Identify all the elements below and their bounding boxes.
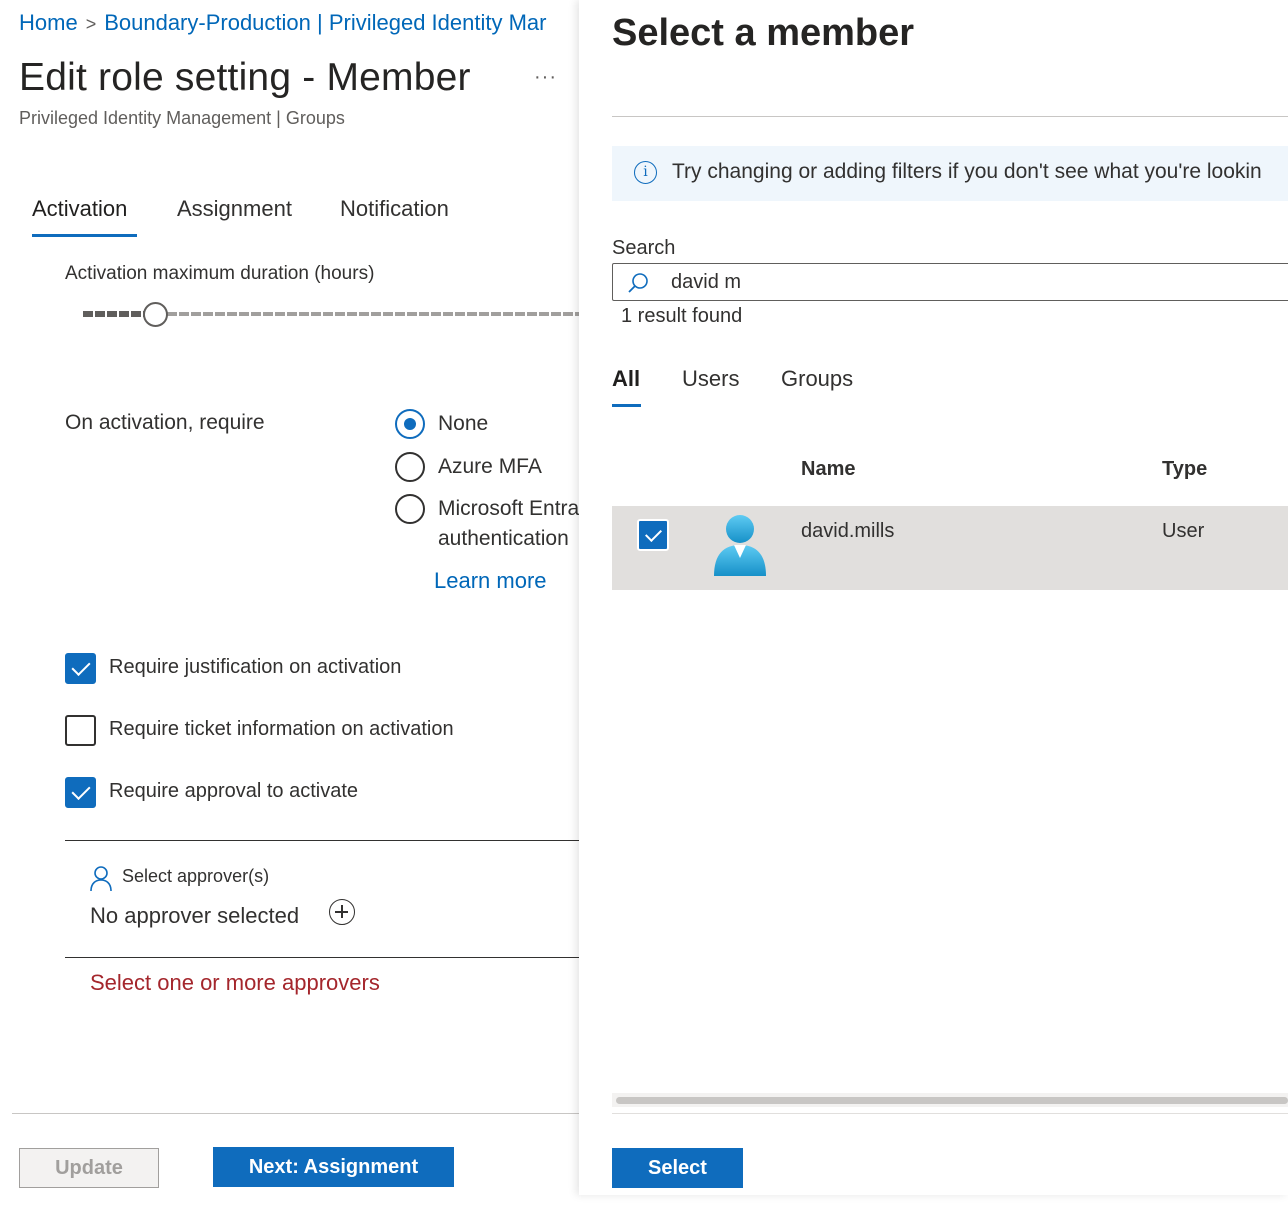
search-box[interactable] <box>612 263 1288 301</box>
column-header-name[interactable]: Name <box>801 458 855 481</box>
footer-divider <box>612 1113 1288 1114</box>
footer-divider <box>12 1113 579 1114</box>
divider <box>612 116 1288 117</box>
ticket-info-label: Require ticket information on activation <box>109 718 454 740</box>
select-member-panel: Select a member i Try changing or adding… <box>579 0 1288 1195</box>
justification-label: Require justification on activation <box>109 656 402 678</box>
search-icon <box>628 273 648 293</box>
tab-all[interactable]: All <box>612 366 640 392</box>
duration-label: Activation maximum duration (hours) <box>65 263 375 284</box>
radio-none-label: None <box>438 412 489 435</box>
radio-entra-auth[interactable] <box>395 494 425 524</box>
chevron-right-icon: > <box>85 14 97 34</box>
select-approvers-heading[interactable]: Select approver(s) <box>122 866 269 887</box>
next-assignment-button[interactable]: Next: Assignment <box>213 1147 454 1187</box>
active-tab-indicator <box>32 234 137 237</box>
page-title: Edit role setting - Member <box>19 56 471 99</box>
approval-label: Require approval to activate <box>109 780 359 802</box>
breadcrumb-home-link[interactable]: Home <box>19 10 78 35</box>
slider-thumb[interactable] <box>143 302 168 327</box>
radio-entra-auth-label-line2: authentication <box>438 527 569 550</box>
radio-azure-mfa[interactable] <box>395 452 425 482</box>
approval-checkbox[interactable] <box>65 777 96 808</box>
ticket-info-checkbox[interactable] <box>65 715 96 746</box>
divider <box>65 957 579 958</box>
info-message-bar: i Try changing or adding filters if you … <box>612 146 1288 201</box>
justification-checkbox[interactable] <box>65 653 96 684</box>
page-subtitle: Privileged Identity Management | Groups <box>19 108 345 128</box>
update-button[interactable]: Update <box>19 1148 159 1188</box>
scrollbar-thumb[interactable] <box>616 1097 1288 1104</box>
result-count: 1 result found <box>621 305 743 327</box>
tab-notification[interactable]: Notification <box>340 196 449 222</box>
require-label: On activation, require <box>65 411 265 434</box>
radio-azure-mfa-label: Azure MFA <box>438 455 542 478</box>
table-row[interactable]: david.mills User <box>612 506 1288 590</box>
row-name: david.mills <box>801 520 895 542</box>
search-label: Search <box>612 237 676 259</box>
horizontal-scrollbar[interactable] <box>612 1093 1288 1107</box>
user-avatar-icon <box>714 515 766 576</box>
divider <box>65 840 579 841</box>
duration-slider[interactable] <box>83 302 579 327</box>
row-select-checkbox[interactable] <box>637 519 669 551</box>
tab-activation[interactable]: Activation <box>32 196 127 222</box>
radio-none[interactable] <box>395 409 425 439</box>
radio-entra-auth-label: Microsoft Entra <box>438 497 579 520</box>
learn-more-link[interactable]: Learn more <box>434 568 547 594</box>
column-header-type[interactable]: Type <box>1162 458 1207 481</box>
breadcrumb-current-link[interactable]: Boundary-Production | Privileged Identit… <box>104 10 546 35</box>
tab-users[interactable]: Users <box>682 366 739 392</box>
panel-title: Select a member <box>612 12 915 54</box>
edit-role-setting-pane: Home > Boundary-Production | Privileged Id… <box>0 0 579 1210</box>
active-tab-indicator <box>612 404 641 407</box>
tab-assignment[interactable]: Assignment <box>177 196 292 222</box>
search-input[interactable] <box>671 268 1271 296</box>
select-button[interactable]: Select <box>612 1148 743 1188</box>
info-message: Try changing or adding filters if you do… <box>672 160 1262 183</box>
breadcrumb: Home > Boundary-Production | Privileged Id… <box>19 10 546 36</box>
approver-value: No approver selected <box>90 903 300 928</box>
add-circle-icon[interactable] <box>329 899 355 925</box>
tab-groups[interactable]: Groups <box>781 366 853 392</box>
info-icon: i <box>634 161 657 184</box>
row-type: User <box>1162 520 1205 542</box>
person-icon <box>90 866 112 892</box>
more-options-icon[interactable]: ··· <box>534 66 557 89</box>
approver-error-message: Select one or more approvers <box>90 970 380 995</box>
